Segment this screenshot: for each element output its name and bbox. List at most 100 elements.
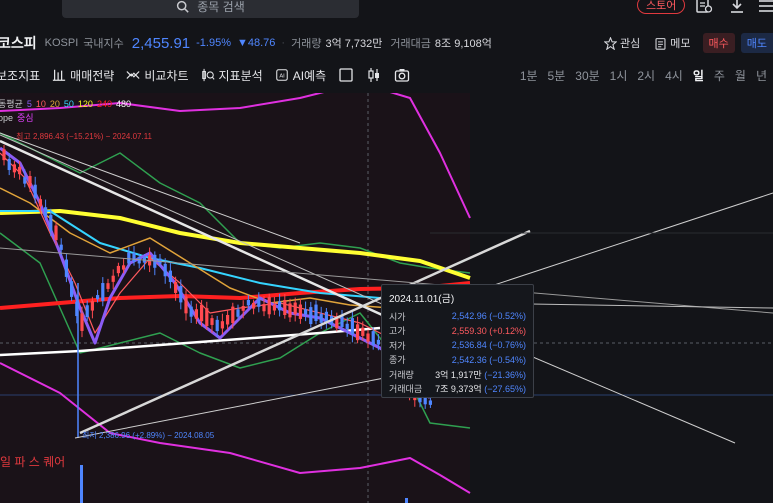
ticker-market: 국내지수 xyxy=(83,38,124,50)
candle-body xyxy=(309,307,313,325)
period-tab[interactable]: 년 xyxy=(756,67,767,84)
volume-label: 거래량 xyxy=(291,38,322,50)
tooltip-label: 저가 xyxy=(389,340,406,351)
candle-body xyxy=(350,318,354,335)
store-button[interactable]: 스토어 xyxy=(637,0,686,14)
buy-button[interactable]: 매수 xyxy=(702,33,735,53)
candle-body xyxy=(168,270,172,283)
volume-value: 3억 7,732만 xyxy=(325,38,383,50)
candle-body xyxy=(267,297,271,315)
candle-body xyxy=(298,304,302,319)
favorite-button[interactable]: 관심 xyxy=(604,35,640,51)
candle-body xyxy=(366,333,370,342)
star-icon xyxy=(604,36,617,50)
candle-body xyxy=(257,298,261,307)
compare-chart-button[interactable]: 비교차트 xyxy=(126,67,189,84)
favorite-label: 관심 xyxy=(620,38,641,50)
candle-type-icon[interactable] xyxy=(366,67,382,83)
candle-body xyxy=(340,316,344,327)
search-bar[interactable]: 종목 검색 xyxy=(62,0,359,18)
period-tab[interactable]: 30분 xyxy=(575,67,599,84)
receipt-icon[interactable] xyxy=(695,0,713,14)
tooltip-date: 2024.11.01(금) xyxy=(389,294,455,305)
candle-body xyxy=(246,299,250,306)
trend-line xyxy=(469,192,773,294)
square-draw-icon[interactable] xyxy=(338,67,354,83)
candle-body xyxy=(241,305,245,311)
ma-legend-value: 5 xyxy=(26,99,32,109)
candle-body xyxy=(111,275,115,282)
candle-body xyxy=(179,285,183,303)
candle-body xyxy=(345,323,349,329)
candle-body xyxy=(215,319,219,332)
candle-body xyxy=(220,321,224,329)
period-tab[interactable]: 1시 xyxy=(610,67,628,84)
ma-legend-value: 120 xyxy=(77,99,93,109)
period-tab[interactable]: 월 xyxy=(735,67,746,84)
candle-body xyxy=(293,302,297,315)
chart-toolbar: 보조지표 매매전략 비교차트 지표분석 AI AI예측 1분 5분 30분 1시 2시 4… xyxy=(0,62,773,88)
ai-chip-icon: AI xyxy=(275,69,288,81)
candle-body xyxy=(272,304,276,311)
tooltip-value: 2,559.30 (+0.12%) xyxy=(451,325,526,336)
period-tab[interactable]: 주 xyxy=(714,67,725,84)
trend-line xyxy=(499,342,736,444)
period-tab[interactable]: 일 xyxy=(693,67,704,84)
period-tab[interactable]: 2시 xyxy=(637,67,655,84)
candle-body xyxy=(80,313,84,331)
tooltip-row-amount: 거래대금 7조 9,373억 (−27.65%) xyxy=(389,382,526,397)
memo-button[interactable]: 메모 xyxy=(654,35,691,51)
indicator-analysis-button[interactable]: 지표분석 xyxy=(201,67,263,84)
tooltip-value-main: 3억 1,917만 xyxy=(435,369,482,380)
period-tabs: 1분 5분 30분 1시 2시 4시 일 주 월 년 xyxy=(520,62,767,88)
tooltip-value-sub: (−27.65%) xyxy=(484,384,526,395)
candle-body xyxy=(252,302,256,309)
chart-legend: 동평균 5 10 20 50 120 240 480 ope 중심 xyxy=(0,97,131,125)
candle-body xyxy=(288,303,292,318)
candle-body xyxy=(33,184,37,199)
candle-body xyxy=(127,252,131,264)
candle-body xyxy=(54,225,58,241)
strategy-icon xyxy=(53,69,66,81)
svg-text:AI: AI xyxy=(279,74,285,80)
candle-body xyxy=(38,199,42,207)
camera-icon[interactable] xyxy=(394,67,410,83)
candle-body xyxy=(70,281,74,297)
period-tab[interactable]: 1분 xyxy=(520,67,538,84)
candle-body xyxy=(189,306,193,317)
period-tab[interactable]: 5분 xyxy=(548,67,566,84)
candle-body xyxy=(18,166,22,175)
candle-body xyxy=(90,301,94,311)
search-icon xyxy=(177,0,189,13)
download-icon[interactable] xyxy=(728,0,746,14)
menu-icon[interactable] xyxy=(757,0,773,14)
separator: · xyxy=(281,37,286,49)
candle-body xyxy=(371,331,375,346)
candle-body xyxy=(319,313,323,323)
ma-legend-value: 240 xyxy=(96,99,112,109)
candle-body xyxy=(356,324,360,341)
indicator-analysis-label: 지표분석 xyxy=(218,68,263,83)
candle-body xyxy=(283,299,287,316)
ma-legend-label: 동평균 xyxy=(0,99,23,109)
period-tab[interactable]: 4시 xyxy=(665,67,683,84)
candle-body xyxy=(428,400,432,405)
envelope-legend: ope 중심 xyxy=(0,111,131,125)
tooltip-label: 시가 xyxy=(389,311,406,322)
tooltip-row-low: 저가 2,536.84 (−0.76%) xyxy=(389,338,526,353)
candle-body xyxy=(210,318,214,325)
ma-legend-value: 10 xyxy=(35,99,46,109)
tooltip-label: 거래량 xyxy=(389,369,414,380)
candle-body xyxy=(64,259,68,277)
sell-button[interactable]: 매도 xyxy=(740,33,773,53)
ticker-code: KOSPI xyxy=(44,37,79,49)
candle-body xyxy=(226,314,230,325)
candle-body xyxy=(28,176,32,187)
strategy-button[interactable]: 매매전략 xyxy=(52,67,114,84)
aux-indicator-button[interactable]: 보조지표 xyxy=(0,67,40,84)
candle-body xyxy=(59,244,63,250)
ai-predict-button[interactable]: AI AI예측 xyxy=(275,67,326,84)
amount-value: 8조 9,108억 xyxy=(434,38,492,50)
envelope-label: ope xyxy=(0,113,14,123)
tooltip-value: 3억 1,917만 (−21.36%) xyxy=(429,368,526,381)
